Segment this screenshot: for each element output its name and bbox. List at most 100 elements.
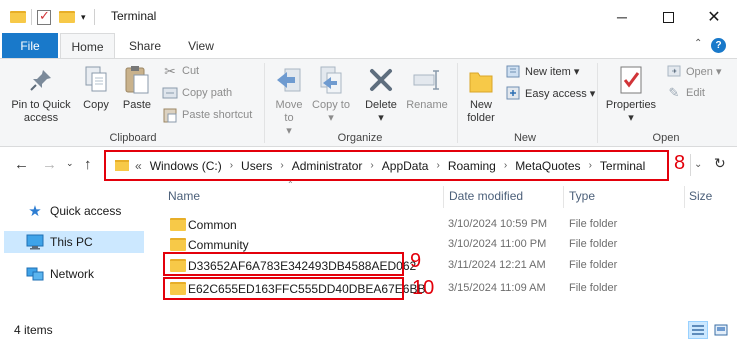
column-header-type[interactable]: Type [569, 189, 595, 203]
minimize-button[interactable]: ─ [599, 0, 645, 34]
address-bar[interactable]: « Windows (C:) › Users › Administrator ›… [104, 150, 669, 181]
divider [690, 154, 691, 176]
overflow-chevron-icon[interactable]: « [135, 159, 142, 173]
tab-home[interactable]: Home [60, 33, 115, 59]
breadcrumb-item[interactable]: MetaQuotes [515, 159, 580, 173]
nav-item-this-pc[interactable]: This PC [4, 231, 144, 253]
cut-label: Cut [182, 65, 200, 77]
ribbon: Pin to Quick access Copy Paste ✂ Cut Cop… [0, 58, 737, 147]
help-icon[interactable]: ? [711, 38, 726, 53]
breadcrumb-item[interactable]: AppData [382, 159, 429, 173]
tab-share[interactable]: Share [121, 33, 169, 58]
folder-icon [115, 160, 129, 171]
computer-icon [26, 234, 44, 250]
properties-button[interactable]: Properties ▾ [602, 63, 660, 125]
nav-item-network[interactable]: Network [4, 263, 144, 285]
details-view-icon[interactable] [688, 321, 708, 339]
open-button[interactable]: Open ▾ [666, 61, 722, 81]
forward-arrow-icon[interactable]: → [42, 156, 57, 173]
breadcrumb-item[interactable]: Users [241, 159, 272, 173]
properties-icon [615, 63, 647, 97]
copy-icon [80, 63, 112, 97]
address-dropdown-icon[interactable]: ⌄ [694, 159, 702, 170]
tab-view[interactable]: View [177, 33, 225, 58]
breadcrumb-separator-icon[interactable]: › [504, 160, 507, 171]
new-folder-label: New folder [467, 99, 495, 124]
open-icon [666, 63, 682, 79]
folder-icon [10, 11, 26, 23]
column-divider[interactable] [684, 186, 685, 208]
new-folder-quick-icon[interactable] [59, 11, 75, 23]
column-header-size[interactable]: Size [689, 189, 712, 203]
chevron-up-icon[interactable]: ⌃ [694, 38, 702, 49]
file-type: File folder [569, 238, 618, 250]
pin-to-quick-access-button[interactable]: Pin to Quick access [6, 63, 76, 125]
divider [31, 9, 32, 25]
title-bar: ▾ Terminal ─ ✕ [0, 0, 737, 34]
copy-label: Copy [83, 99, 109, 111]
new-item-button[interactable]: New item ▾ [505, 61, 579, 81]
column-divider[interactable] [443, 186, 444, 208]
open-label: Open ▾ [686, 65, 722, 78]
scissors-icon: ✂ [164, 62, 176, 79]
breadcrumb-item[interactable]: Administrator [292, 159, 363, 173]
easy-access-button[interactable]: Easy access ▾ [505, 83, 595, 103]
rename-icon [411, 63, 443, 97]
file-row[interactable]: Common 3/10/2024 10:59 PM File folder [164, 215, 724, 235]
breadcrumb-item[interactable]: Terminal [600, 159, 645, 173]
window-title: Terminal [111, 9, 157, 23]
move-to-icon [273, 63, 305, 97]
breadcrumb-item[interactable]: Roaming [448, 159, 496, 173]
column-header-date-modified[interactable]: Date modified [449, 189, 523, 203]
group-divider [264, 63, 265, 143]
breadcrumb-separator-icon[interactable]: › [436, 160, 439, 171]
copy-path-button[interactable]: Copy path [162, 83, 232, 103]
properties-quick-icon[interactable] [37, 8, 51, 25]
divider [93, 9, 95, 25]
breadcrumb-separator-icon[interactable]: › [589, 160, 592, 171]
file-date: 3/11/2024 12:21 AM [448, 259, 546, 271]
new-folder-button[interactable]: New folder [462, 63, 500, 125]
close-button[interactable]: ✕ [691, 0, 737, 34]
refresh-icon[interactable]: ↻ [714, 155, 726, 172]
tab-file[interactable]: File [2, 33, 58, 58]
rename-button[interactable]: Rename [404, 63, 450, 112]
highlight-box [163, 252, 404, 276]
back-arrow-icon[interactable]: ← [14, 156, 29, 173]
paste-button[interactable]: Paste [118, 63, 156, 112]
copy-to-icon [315, 63, 347, 97]
easy-access-label: Easy access ▾ [525, 87, 596, 100]
annotation-number: 10 [412, 277, 435, 299]
breadcrumb-separator-icon[interactable]: › [370, 160, 373, 171]
breadcrumb-separator-icon[interactable]: › [230, 160, 233, 171]
copy-button[interactable]: Copy [78, 63, 114, 112]
column-divider[interactable] [563, 186, 564, 208]
new-folder-icon [465, 63, 497, 97]
navigation-pane: ★ Quick access This PC Network [0, 183, 152, 318]
recent-locations-icon[interactable]: ⌄ [66, 158, 74, 169]
column-header-name[interactable]: Name [168, 189, 200, 203]
status-bar: 4 items [0, 318, 737, 342]
copy-to-button[interactable]: Copy to ▾ [312, 63, 350, 125]
star-icon: ★ [28, 203, 42, 220]
cut-button[interactable]: ✂ Cut [162, 61, 199, 81]
nav-item-quick-access[interactable]: ★ Quick access [4, 200, 144, 222]
maximize-button[interactable] [645, 0, 691, 34]
item-count: 4 items [14, 323, 53, 337]
copy-path-label: Copy path [182, 87, 233, 99]
maximize-icon [662, 11, 674, 23]
customize-toolbar-icon[interactable]: ▾ [81, 12, 86, 23]
pin-label: Pin to Quick access [11, 99, 71, 124]
file-type: File folder [569, 218, 618, 230]
file-type: File folder [569, 259, 618, 271]
edit-button[interactable]: ✎ Edit [666, 83, 705, 103]
easy-access-icon [505, 85, 521, 101]
breadcrumb-separator-icon[interactable]: › [280, 160, 283, 171]
up-arrow-icon[interactable]: ↑ [84, 156, 92, 173]
move-to-button[interactable]: Move to ▾ [270, 63, 308, 138]
breadcrumb-item[interactable]: Windows (C:) [150, 159, 222, 173]
delete-button[interactable]: Delete ▾ [362, 63, 400, 125]
large-icons-view-icon[interactable] [711, 321, 731, 339]
paste-shortcut-button[interactable]: Paste shortcut [162, 105, 252, 125]
file-date: 3/10/2024 10:59 PM [448, 218, 548, 230]
